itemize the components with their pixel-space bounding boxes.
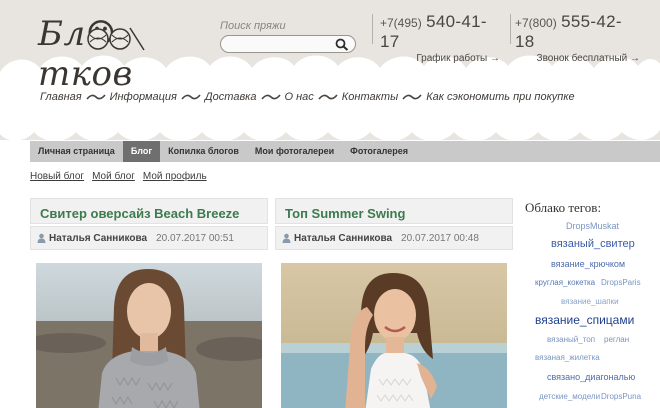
yarn-search: Поиск пряжи (220, 20, 356, 54)
blog-sublinks: Новый блог Мой блог Мой профиль (30, 171, 207, 182)
tag-link[interactable]: вязаный_свитер (551, 238, 635, 250)
search-input[interactable] (221, 38, 331, 54)
post-title[interactable]: Свитер оверсайз Beach Breeze (40, 206, 239, 221)
nav-separator (402, 94, 422, 100)
nav-delivery[interactable]: Доставка (205, 91, 257, 103)
nav-separator (181, 94, 201, 100)
schedule-link[interactable]: График работы → (416, 53, 500, 64)
tag-link[interactable]: DropsMuskat (566, 221, 619, 231)
free-call-link[interactable]: Звонок бесплатный → (537, 53, 640, 64)
user-icon (37, 233, 46, 243)
nav-save-money[interactable]: Как сэкономить при покупке (426, 91, 574, 103)
post-image[interactable] (281, 263, 507, 408)
tag-link[interactable]: DropsPuna (601, 392, 641, 401)
my-profile-link[interactable]: Мой профиль (143, 171, 207, 182)
tag-link[interactable]: вязаный_топ (547, 335, 595, 344)
site-header: Бл☺тков Поиск пряжи +7(495) 540-41-17 Гр… (0, 0, 660, 140)
post-title[interactable]: Топ Summer Swing (285, 206, 405, 221)
nav-separator (318, 94, 338, 100)
nav-home[interactable]: Главная (40, 91, 82, 103)
tag-link[interactable]: круглая_кокетка (535, 278, 595, 287)
yarn-balls-icon (87, 27, 145, 51)
tag-link[interactable]: DropsParis (601, 278, 641, 287)
search-label: Поиск пряжи (220, 20, 286, 32)
tag-link[interactable]: вязание_крючком (551, 259, 625, 269)
search-box (220, 35, 356, 54)
post-date: 20.07.2017 00:51 (156, 232, 234, 244)
tab-blog[interactable]: Блог (122, 141, 161, 162)
post-title-bar: Топ Summer Swing (275, 198, 513, 224)
tab-gallery[interactable]: Фотогалерея (342, 141, 416, 162)
phone-moscow: +7(495) 540-41-17 График работы → (380, 12, 500, 64)
tag-link[interactable]: вязаная_жилетка (535, 353, 600, 362)
tag-link[interactable]: реглан (604, 335, 629, 344)
tag-link[interactable]: вязание_спицами (535, 313, 634, 327)
tab-blog-collection[interactable]: Копилка блогов (160, 141, 247, 162)
post-author[interactable]: Наталья Санникова (49, 233, 147, 244)
post-image[interactable] (36, 263, 262, 408)
post-meta: Наталья Санникова 20.07.2017 00:51 (30, 226, 268, 250)
phone-code: +7(495) (380, 16, 422, 30)
nav-info[interactable]: Информация (110, 91, 177, 103)
woman-in-top-photo (281, 263, 507, 408)
blog-post: Топ Summer Swing Наталья Санникова 20.07… (275, 198, 513, 408)
tag-cloud-title: Облако тегов: (525, 200, 602, 215)
post-title-bar: Свитер оверсайз Beach Breeze (30, 198, 268, 224)
tab-personal-page[interactable]: Личная страница (30, 141, 123, 162)
tab-my-galleries[interactable]: Мои фотогалереи (247, 141, 342, 162)
blog-tabs: Личная страница Блог Копилка блогов Мои … (30, 141, 660, 162)
post-author[interactable]: Наталья Санникова (294, 233, 392, 244)
post-date: 20.07.2017 00:48 (401, 232, 479, 244)
tag-link[interactable]: связано_диагональю (547, 372, 635, 382)
blog-post: Свитер оверсайз Beach Breeze Наталья Сан… (30, 198, 268, 408)
nav-separator (260, 94, 281, 100)
phone-code: +7(800) (515, 16, 557, 30)
tag-link[interactable]: детские_модели (539, 392, 600, 401)
search-icon[interactable] (335, 38, 349, 51)
nav-about[interactable]: О нас (285, 91, 314, 103)
phone-free: +7(800) 555-42-18 Звонок бесплатный → (515, 12, 640, 64)
my-blog-link[interactable]: Мой блог (92, 171, 135, 182)
user-icon (282, 233, 291, 243)
nav-contacts[interactable]: Контакты (342, 91, 398, 103)
site-logo[interactable]: Бл☺тков (38, 12, 188, 94)
main-nav: Главная Информация Доставка О нас Контак… (40, 89, 575, 105)
new-blog-link[interactable]: Новый блог (30, 171, 84, 182)
woman-in-sweater-photo (36, 263, 262, 408)
nav-separator (86, 94, 106, 100)
tag-link[interactable]: вязание_шапки (561, 297, 619, 306)
post-meta: Наталья Санникова 20.07.2017 00:48 (275, 226, 513, 250)
phone-divider (510, 14, 511, 44)
phone-divider (372, 14, 373, 44)
